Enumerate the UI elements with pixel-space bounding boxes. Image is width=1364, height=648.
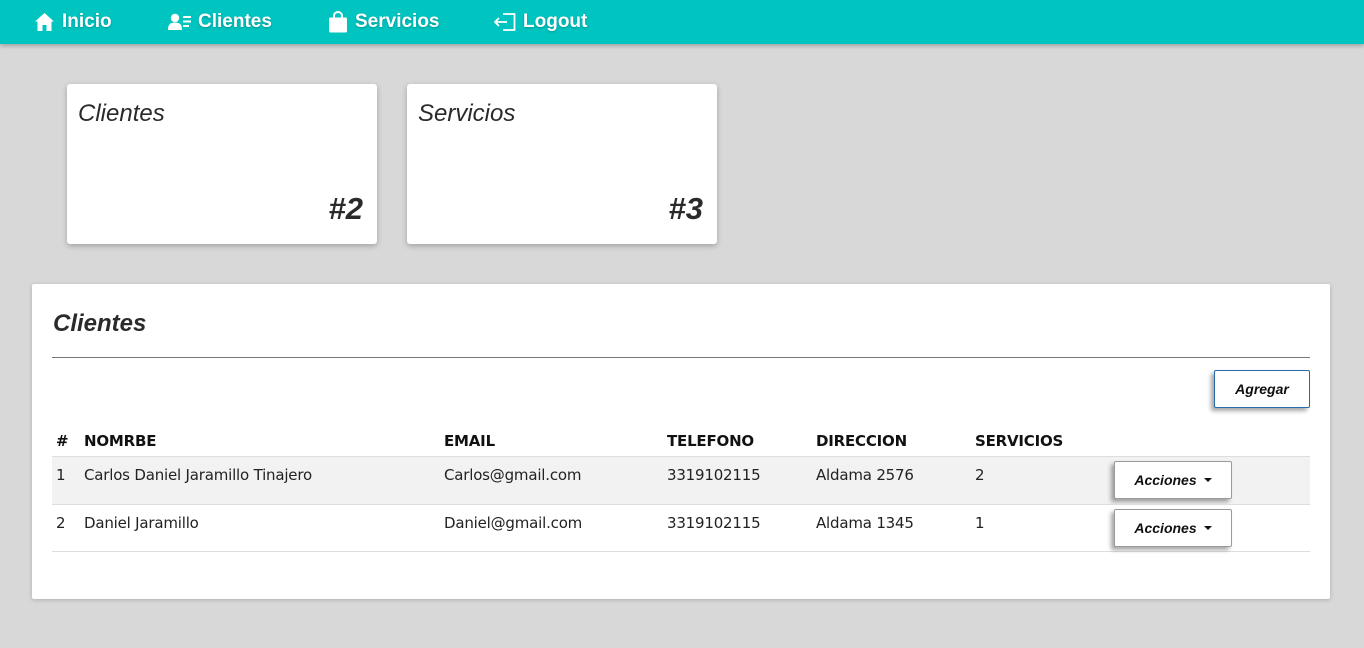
nav-label-logout: Logout bbox=[523, 11, 588, 32]
cell-email: Carlos@gmail.com bbox=[444, 466, 582, 484]
header-services: SERVICIOS bbox=[975, 432, 1064, 450]
cell-phone: 3319102115 bbox=[667, 514, 761, 532]
cell-address: Aldama 1345 bbox=[816, 514, 914, 532]
nav-label-servicios: Servicios bbox=[355, 11, 440, 32]
clients-icon bbox=[168, 13, 191, 30]
table-row: 2 Daniel Jaramillo Daniel@gmail.com 3319… bbox=[52, 504, 1310, 552]
header-phone: TELEFONO bbox=[667, 432, 754, 450]
home-icon bbox=[35, 13, 54, 31]
clients-panel: Clientes Agregar # NOMRBE EMAIL TELEFONO… bbox=[32, 284, 1330, 599]
cell-number: 1 bbox=[56, 466, 66, 484]
caret-down-icon bbox=[1203, 478, 1212, 482]
clients-stat-card[interactable]: Clientes #2 bbox=[67, 84, 377, 244]
nav-label-clientes: Clientes bbox=[198, 11, 272, 32]
divider bbox=[52, 357, 1310, 358]
table-row: 1 Carlos Daniel Jaramillo Tinajero Carlo… bbox=[52, 456, 1310, 504]
actions-dropdown-button[interactable]: Acciones bbox=[1114, 461, 1232, 499]
table-header: # NOMRBE EMAIL TELEFONO DIRECCION SERVIC… bbox=[52, 422, 1310, 456]
cell-address: Aldama 2576 bbox=[816, 466, 914, 484]
nav-item-clientes[interactable]: Clientes bbox=[168, 0, 272, 44]
logout-icon bbox=[494, 13, 516, 31]
cell-name: Carlos Daniel Jaramillo Tinajero bbox=[84, 466, 312, 484]
nav-item-servicios[interactable]: Servicios bbox=[328, 0, 440, 44]
card-count: #3 bbox=[668, 191, 703, 226]
top-navbar: Inicio Clientes Servicios Logout bbox=[0, 0, 1364, 44]
panel-title: Clientes bbox=[53, 310, 147, 337]
actions-label: Acciones bbox=[1134, 520, 1197, 536]
nav-item-logout[interactable]: Logout bbox=[494, 0, 587, 44]
actions-label: Acciones bbox=[1134, 472, 1197, 488]
header-name: NOMRBE bbox=[84, 432, 157, 450]
add-client-button[interactable]: Agregar bbox=[1214, 370, 1310, 408]
card-title: Clientes bbox=[78, 100, 165, 127]
actions-dropdown-button[interactable]: Acciones bbox=[1114, 509, 1232, 547]
cell-services: 1 bbox=[975, 514, 985, 532]
services-stat-card[interactable]: Servicios #3 bbox=[407, 84, 717, 244]
shopping-bag-icon bbox=[329, 11, 347, 33]
cell-number: 2 bbox=[56, 514, 66, 532]
cell-email: Daniel@gmail.com bbox=[444, 514, 583, 532]
clients-table: # NOMRBE EMAIL TELEFONO DIRECCION SERVIC… bbox=[52, 422, 1310, 552]
caret-down-icon bbox=[1203, 526, 1212, 530]
card-count: #2 bbox=[328, 191, 363, 226]
nav-item-inicio[interactable]: Inicio bbox=[34, 0, 112, 44]
header-email: EMAIL bbox=[444, 432, 495, 450]
cell-phone: 3319102115 bbox=[667, 466, 761, 484]
header-address: DIRECCION bbox=[816, 432, 907, 450]
header-number: # bbox=[56, 432, 69, 450]
nav-label-inicio: Inicio bbox=[62, 11, 112, 32]
card-title: Servicios bbox=[418, 100, 516, 127]
cell-name: Daniel Jaramillo bbox=[84, 514, 199, 532]
cell-services: 2 bbox=[975, 466, 985, 484]
